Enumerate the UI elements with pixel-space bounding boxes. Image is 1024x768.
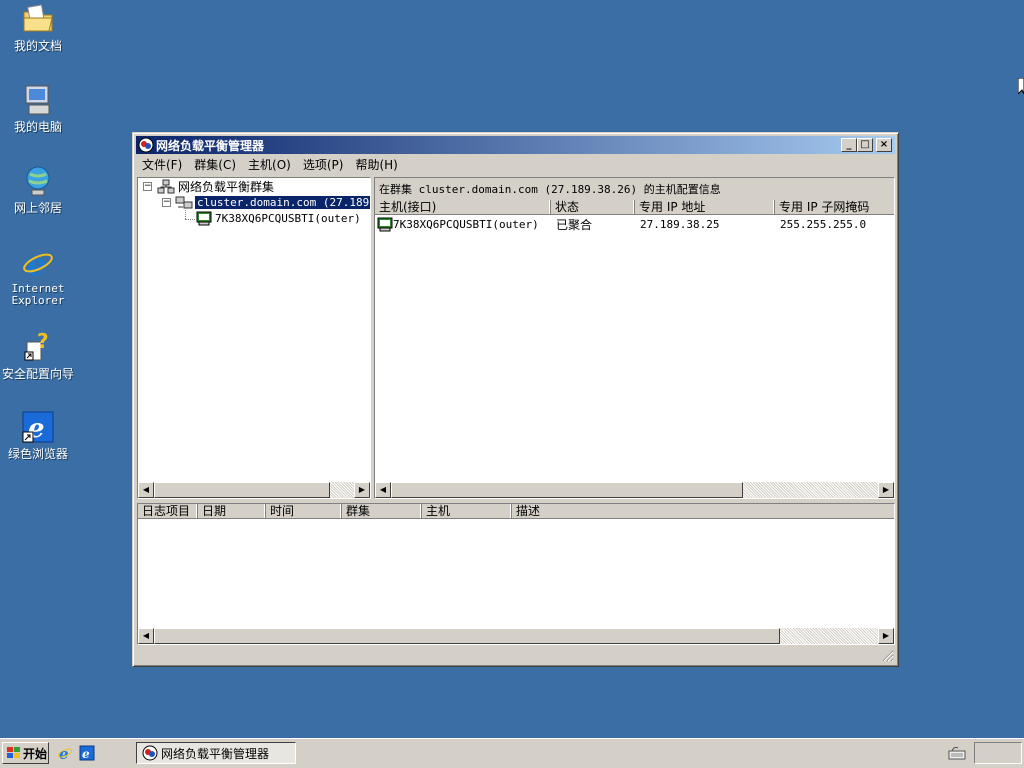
host-icon — [377, 217, 393, 232]
svg-text:?: ? — [37, 330, 49, 353]
menu-host[interactable]: 主机(O) — [242, 156, 297, 173]
tree-hscrollbar[interactable]: ◀ ▶ — [138, 482, 370, 498]
col-host-interface[interactable]: 主机(接口) — [375, 200, 551, 215]
desktop-icon-label: 我的电脑 — [13, 120, 62, 134]
cluster-icon — [175, 195, 193, 210]
tree-line — [185, 210, 186, 219]
task-label: 网络负载平衡管理器 — [161, 746, 270, 761]
col-time[interactable]: 时间 — [266, 504, 342, 519]
scroll-thumb[interactable] — [391, 482, 743, 498]
desktop-icon-network[interactable]: 网上邻居 — [0, 164, 76, 215]
system-tray — [974, 742, 1022, 764]
scroll-left-icon[interactable]: ◀ — [138, 482, 154, 498]
browser-icon: e — [21, 410, 55, 444]
maximize-button[interactable]: □ — [857, 138, 873, 152]
col-log-entry[interactable]: 日志项目 — [138, 504, 198, 519]
window-title: 网络负载平衡管理器 — [156, 138, 265, 153]
computer-icon — [21, 83, 55, 117]
cell-mask: 255.255.255.0 — [780, 217, 867, 231]
desktop-icon-label: Internet Explorer — [11, 282, 65, 307]
scroll-left-icon[interactable]: ◀ — [375, 482, 391, 498]
desktop-icon-ie[interactable]: e Internet Explorer — [0, 246, 76, 307]
tree-cluster-label: cluster.domain.com (27.189.38.26) — [195, 196, 370, 209]
log-column-headers: 日志项目 日期 时间 群集 主机 描述 — [138, 504, 894, 519]
desktop-icon-security-wizard[interactable]: ? 安全配置向导 — [0, 329, 76, 381]
nlb-app-icon — [142, 745, 158, 764]
menu-file[interactable]: 文件(F) — [136, 156, 188, 173]
mouse-cursor-icon — [1017, 77, 1024, 99]
log-hscrollbar[interactable]: ◀ ▶ — [138, 628, 894, 644]
col-host[interactable]: 主机 — [422, 504, 512, 519]
cell-status: 已聚合 — [556, 217, 593, 232]
close-button[interactable]: × — [876, 138, 892, 152]
taskbar-task-nlb-manager[interactable]: 网络负载平衡管理器 — [136, 742, 296, 764]
detail-header-text: 在群集 cluster.domain.com (27.189.38.26) 的主… — [379, 183, 721, 196]
minimize-button[interactable]: _ — [841, 138, 857, 152]
menu-cluster[interactable]: 群集(C) — [188, 156, 242, 173]
menu-help[interactable]: 帮助(H) — [349, 156, 403, 173]
desktop-icon-my-computer[interactable]: 我的电脑 — [0, 83, 76, 134]
scroll-left-icon[interactable]: ◀ — [138, 628, 154, 644]
detail-hscrollbar[interactable]: ◀ ▶ — [375, 482, 894, 498]
quicklaunch-ie-icon[interactable]: e — [57, 745, 73, 764]
tree-host-node[interactable]: 7K38XQ6PCQUSBTI(outer) — [196, 211, 361, 226]
svg-text:e: e — [82, 747, 90, 761]
cluster-tree-pane[interactable]: − 网络负载平衡群集 − cluster.domain.com (27.189.… — [137, 177, 371, 499]
scroll-right-icon[interactable]: ▶ — [878, 482, 894, 498]
network-icon — [21, 164, 55, 198]
tree-line — [185, 219, 195, 220]
tree-host-label: 7K38XQ6PCQUSBTI(outer) — [215, 212, 361, 225]
scroll-right-icon[interactable]: ▶ — [354, 482, 370, 498]
security-wizard-icon: ? — [21, 329, 55, 364]
scroll-thumb[interactable] — [154, 482, 330, 498]
menu-options[interactable]: 选项(P) — [297, 156, 350, 173]
log-pane[interactable]: 日志项目 日期 时间 群集 主机 描述 ◀ ▶ — [137, 503, 895, 645]
tray-keyboard-icon[interactable] — [948, 746, 966, 763]
col-cluster[interactable]: 群集 — [342, 504, 422, 519]
scroll-right-icon[interactable]: ▶ — [878, 628, 894, 644]
detail-column-headers: 主机(接口) 状态 专用 IP 地址 专用 IP 子网掩码 — [375, 200, 894, 215]
table-row[interactable]: 7K38XQ6PCQUSBTI(outer) 已聚合 27.189.38.25 … — [377, 216, 887, 232]
host-detail-pane[interactable]: 在群集 cluster.domain.com (27.189.38.26) 的主… — [374, 177, 895, 499]
svg-text:e: e — [59, 745, 69, 761]
resize-grip-icon[interactable] — [880, 648, 894, 662]
window-titlebar[interactable]: 网络负载平衡管理器 _ □ × — [136, 136, 895, 154]
detail-header: 在群集 cluster.domain.com (27.189.38.26) 的主… — [375, 178, 894, 200]
collapse-icon[interactable]: − — [162, 198, 171, 207]
nlb-manager-window: 网络负载平衡管理器 _ □ × 文件(F) 群集(C) 主机(O) 选项(P) … — [132, 132, 899, 667]
tree-root[interactable]: 网络负载平衡群集 — [157, 179, 274, 194]
windows-logo-icon — [6, 746, 21, 763]
start-label: 开始 — [23, 746, 48, 761]
collapse-icon[interactable]: − — [143, 182, 152, 191]
svg-text:e: e — [27, 248, 46, 280]
tree-cluster-node[interactable]: cluster.domain.com (27.189.38.26) — [175, 195, 370, 210]
status-bar — [137, 644, 894, 662]
col-status[interactable]: 状态 — [551, 200, 635, 215]
desktop-icon-label: 安全配置向导 — [1, 367, 74, 381]
ie-icon: e — [21, 246, 55, 283]
desktop-icon-label: 绿色浏览器 — [7, 447, 68, 461]
col-description[interactable]: 描述 — [512, 504, 894, 519]
scroll-thumb[interactable] — [154, 628, 780, 644]
start-button[interactable]: 开始 — [2, 742, 49, 764]
menubar: 文件(F) 群集(C) 主机(O) 选项(P) 帮助(H) — [136, 155, 895, 174]
desktop-icon-green-browser[interactable]: e 绿色浏览器 — [0, 410, 76, 461]
cluster-group-icon — [157, 179, 175, 194]
taskbar: 开始 e e 网络负载平衡管理器 — [0, 738, 1024, 768]
col-subnet-mask[interactable]: 专用 IP 子网掩码 — [775, 200, 894, 215]
nlb-app-icon — [138, 137, 154, 153]
quicklaunch-browser-icon[interactable]: e — [79, 745, 95, 764]
col-date[interactable]: 日期 — [198, 504, 266, 519]
desktop-icon-label: 我的文档 — [13, 39, 62, 53]
folder-documents-icon — [21, 2, 55, 36]
cell-host: 7K38XQ6PCQUSBTI(outer) — [393, 217, 539, 231]
cell-ip: 27.189.38.25 — [640, 217, 720, 231]
col-dedicated-ip[interactable]: 专用 IP 地址 — [635, 200, 775, 215]
desktop-icon-label: 网上邻居 — [13, 201, 62, 215]
desktop-icon-my-documents[interactable]: 我的文档 — [0, 2, 76, 53]
host-icon — [196, 211, 212, 226]
tree-root-label: 网络负载平衡群集 — [178, 180, 275, 194]
